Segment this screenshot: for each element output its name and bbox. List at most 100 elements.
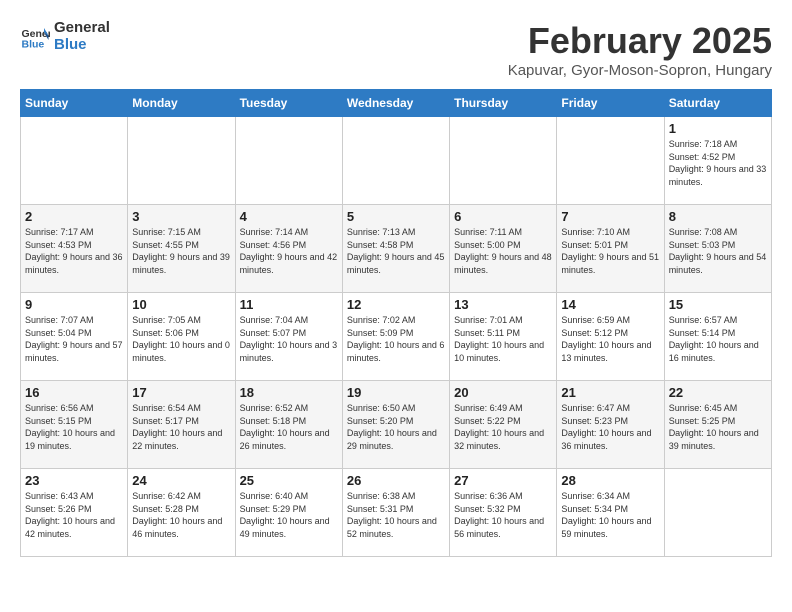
day-info: Sunrise: 6:54 AM Sunset: 5:17 PM Dayligh… xyxy=(132,402,230,452)
day-info: Sunrise: 6:36 AM Sunset: 5:32 PM Dayligh… xyxy=(454,490,552,540)
day-info: Sunrise: 7:18 AM Sunset: 4:52 PM Dayligh… xyxy=(669,138,767,188)
day-cell xyxy=(128,117,235,205)
day-cell: 4 Sunrise: 7:14 AM Sunset: 4:56 PM Daylig… xyxy=(235,205,342,293)
weekday-saturday: Saturday xyxy=(664,90,771,117)
day-cell: 20 Sunrise: 6:49 AM Sunset: 5:22 PM Dayli… xyxy=(450,381,557,469)
day-info: Sunrise: 7:08 AM Sunset: 5:03 PM Dayligh… xyxy=(669,226,767,276)
day-info: Sunrise: 6:38 AM Sunset: 5:31 PM Dayligh… xyxy=(347,490,445,540)
day-cell xyxy=(557,117,664,205)
day-info: Sunrise: 6:49 AM Sunset: 5:22 PM Dayligh… xyxy=(454,402,552,452)
day-cell: 19 Sunrise: 6:50 AM Sunset: 5:20 PM Dayli… xyxy=(342,381,449,469)
day-cell: 10 Sunrise: 7:05 AM Sunset: 5:06 PM Dayli… xyxy=(128,293,235,381)
day-cell: 5Sunrise: 7:13 AM Sunset: 4:58 PM Daylig… xyxy=(342,205,449,293)
weekday-tuesday: Tuesday xyxy=(235,90,342,117)
day-number: 7 xyxy=(561,209,659,224)
day-cell: 8 Sunrise: 7:08 AM Sunset: 5:03 PM Daylig… xyxy=(664,205,771,293)
day-cell: 24 Sunrise: 6:42 AM Sunset: 5:28 PM Dayli… xyxy=(128,469,235,557)
day-number: 9 xyxy=(25,297,123,312)
day-info: Sunrise: 7:11 AM Sunset: 5:00 PM Dayligh… xyxy=(454,226,552,276)
weekday-sunday: Sunday xyxy=(21,90,128,117)
day-cell: 23 Sunrise: 6:43 AM Sunset: 5:26 PM Dayli… xyxy=(21,469,128,557)
day-number: 21 xyxy=(561,385,659,400)
day-cell: 14Sunrise: 6:59 AM Sunset: 5:12 PM Dayli… xyxy=(557,293,664,381)
day-number: 1 xyxy=(669,121,767,136)
day-info: Sunrise: 6:50 AM Sunset: 5:20 PM Dayligh… xyxy=(347,402,445,452)
day-info: Sunrise: 6:47 AM Sunset: 5:23 PM Dayligh… xyxy=(561,402,659,452)
header: General Blue General Blue February 2025 … xyxy=(20,20,772,79)
day-cell: 11 Sunrise: 7:04 AM Sunset: 5:07 PM Dayli… xyxy=(235,293,342,381)
day-cell: 16 Sunrise: 6:56 AM Sunset: 5:15 PM Dayli… xyxy=(21,381,128,469)
day-number: 19 xyxy=(347,385,445,400)
day-number: 8 xyxy=(669,209,767,224)
day-cell xyxy=(342,117,449,205)
day-number: 6 xyxy=(454,209,552,224)
week-row-4: 16 Sunrise: 6:56 AM Sunset: 5:15 PM Dayli… xyxy=(21,381,772,469)
day-number: 11 xyxy=(240,297,338,312)
day-cell: 27Sunrise: 6:36 AM Sunset: 5:32 PM Dayli… xyxy=(450,469,557,557)
day-number: 28 xyxy=(561,473,659,488)
day-info: Sunrise: 7:17 AM Sunset: 4:53 PM Dayligh… xyxy=(25,226,123,276)
logo-text-block: General Blue xyxy=(54,20,110,53)
weekday-header-row: SundayMondayTuesdayWednesdayThursdayFrid… xyxy=(21,90,772,117)
day-cell: 28 Sunrise: 6:34 AM Sunset: 5:34 PM Dayli… xyxy=(557,469,664,557)
weekday-friday: Friday xyxy=(557,90,664,117)
day-info: Sunrise: 7:15 AM Sunset: 4:55 PM Dayligh… xyxy=(132,226,230,276)
day-cell: 13 Sunrise: 7:01 AM Sunset: 5:11 PM Dayli… xyxy=(450,293,557,381)
calendar-table: SundayMondayTuesdayWednesdayThursdayFrid… xyxy=(20,89,772,557)
day-number: 5 xyxy=(347,209,445,224)
day-number: 10 xyxy=(132,297,230,312)
day-cell: 6 Sunrise: 7:11 AM Sunset: 5:00 PM Daylig… xyxy=(450,205,557,293)
day-info: Sunrise: 7:14 AM Sunset: 4:56 PM Dayligh… xyxy=(240,226,338,276)
day-info: Sunrise: 7:10 AM Sunset: 5:01 PM Dayligh… xyxy=(561,226,659,276)
day-info: Sunrise: 6:43 AM Sunset: 5:26 PM Dayligh… xyxy=(25,490,123,540)
day-number: 4 xyxy=(240,209,338,224)
day-number: 20 xyxy=(454,385,552,400)
day-cell: 21 Sunrise: 6:47 AM Sunset: 5:23 PM Dayli… xyxy=(557,381,664,469)
day-info: Sunrise: 7:01 AM Sunset: 5:11 PM Dayligh… xyxy=(454,314,552,364)
day-cell: 15 Sunrise: 6:57 AM Sunset: 5:14 PM Dayli… xyxy=(664,293,771,381)
day-cell: 25Sunrise: 6:40 AM Sunset: 5:29 PM Dayli… xyxy=(235,469,342,557)
day-cell: 12 Sunrise: 7:02 AM Sunset: 5:09 PM Dayli… xyxy=(342,293,449,381)
week-row-3: 9 Sunrise: 7:07 AM Sunset: 5:04 PM Daylig… xyxy=(21,293,772,381)
day-number: 18 xyxy=(240,385,338,400)
day-cell xyxy=(235,117,342,205)
day-info: Sunrise: 7:04 AM Sunset: 5:07 PM Dayligh… xyxy=(240,314,338,364)
day-cell: 9 Sunrise: 7:07 AM Sunset: 5:04 PM Daylig… xyxy=(21,293,128,381)
day-cell xyxy=(450,117,557,205)
day-info: Sunrise: 6:34 AM Sunset: 5:34 PM Dayligh… xyxy=(561,490,659,540)
day-info: Sunrise: 6:45 AM Sunset: 5:25 PM Dayligh… xyxy=(669,402,767,452)
day-number: 23 xyxy=(25,473,123,488)
day-cell: 3 Sunrise: 7:15 AM Sunset: 4:55 PM Daylig… xyxy=(128,205,235,293)
day-number: 16 xyxy=(25,385,123,400)
day-number: 13 xyxy=(454,297,552,312)
day-info: Sunrise: 7:05 AM Sunset: 5:06 PM Dayligh… xyxy=(132,314,230,364)
day-cell: 7 Sunrise: 7:10 AM Sunset: 5:01 PM Daylig… xyxy=(557,205,664,293)
day-info: Sunrise: 7:02 AM Sunset: 5:09 PM Dayligh… xyxy=(347,314,445,364)
day-info: Sunrise: 6:57 AM Sunset: 5:14 PM Dayligh… xyxy=(669,314,767,364)
weekday-thursday: Thursday xyxy=(450,90,557,117)
day-number: 26 xyxy=(347,473,445,488)
calendar-subtitle: Kapuvar, Gyor-Moson-Sopron, Hungary xyxy=(508,62,772,79)
day-cell: 18Sunrise: 6:52 AM Sunset: 5:18 PM Dayli… xyxy=(235,381,342,469)
day-cell xyxy=(21,117,128,205)
day-cell: 22 Sunrise: 6:45 AM Sunset: 5:25 PM Dayli… xyxy=(664,381,771,469)
day-info: Sunrise: 6:56 AM Sunset: 5:15 PM Dayligh… xyxy=(25,402,123,452)
day-info: Sunrise: 6:42 AM Sunset: 5:28 PM Dayligh… xyxy=(132,490,230,540)
day-number: 3 xyxy=(132,209,230,224)
weekday-wednesday: Wednesday xyxy=(342,90,449,117)
day-cell: 2Sunrise: 7:17 AM Sunset: 4:53 PM Daylig… xyxy=(21,205,128,293)
day-number: 17 xyxy=(132,385,230,400)
logo: General Blue General Blue xyxy=(20,20,110,53)
day-number: 25 xyxy=(240,473,338,488)
day-cell: 1 Sunrise: 7:18 AM Sunset: 4:52 PM Daylig… xyxy=(664,117,771,205)
day-number: 15 xyxy=(669,297,767,312)
day-info: Sunrise: 7:07 AM Sunset: 5:04 PM Dayligh… xyxy=(25,314,123,364)
day-number: 24 xyxy=(132,473,230,488)
day-cell: 17 Sunrise: 6:54 AM Sunset: 5:17 PM Dayli… xyxy=(128,381,235,469)
week-row-1: 1 Sunrise: 7:18 AM Sunset: 4:52 PM Daylig… xyxy=(21,117,772,205)
calendar-title: February 2025 xyxy=(508,20,772,62)
calendar-body: 1 Sunrise: 7:18 AM Sunset: 4:52 PM Daylig… xyxy=(21,117,772,557)
day-number: 12 xyxy=(347,297,445,312)
day-cell xyxy=(664,469,771,557)
day-number: 22 xyxy=(669,385,767,400)
